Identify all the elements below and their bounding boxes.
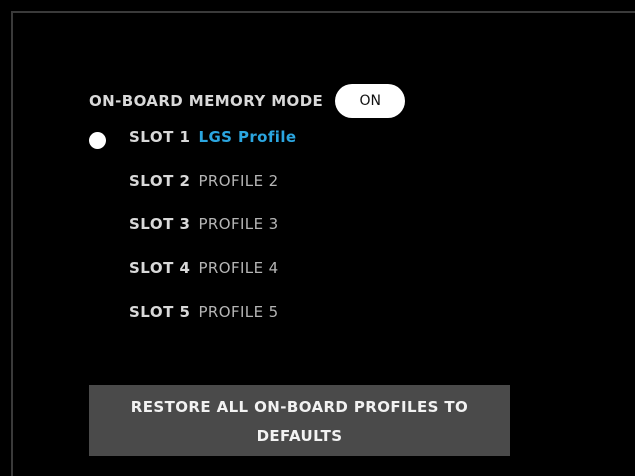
restore-defaults-button[interactable]: RESTORE ALL ON-BOARD PROFILES TO DEFAULT… xyxy=(89,385,510,456)
onboard-memory-mode-label: ON-BOARD MEMORY MODE xyxy=(89,92,324,110)
slot-label: SLOT 2 xyxy=(129,172,191,190)
slot-profile-name: LGS Profile xyxy=(198,128,297,146)
slot-item-2[interactable]: SLOT 2 PROFILE 2 xyxy=(88,162,388,200)
slot-item-3[interactable]: SLOT 3 PROFILE 3 xyxy=(88,205,388,243)
onboard-memory-mode-row: ON-BOARD MEMORY MODE ON xyxy=(89,84,406,118)
slot-profile-name: PROFILE 2 xyxy=(198,172,279,190)
slot-label: SLOT 1 xyxy=(129,128,191,146)
onboard-memory-toggle[interactable]: ON xyxy=(335,84,406,118)
slot-item-1[interactable]: SLOT 1 LGS Profile xyxy=(88,118,388,156)
selected-slot-indicator-icon xyxy=(89,132,106,149)
slot-profile-name: PROFILE 4 xyxy=(198,259,279,277)
slot-label: SLOT 4 xyxy=(129,259,191,277)
slot-label: SLOT 5 xyxy=(129,303,191,321)
slot-profile-name: PROFILE 5 xyxy=(198,303,279,321)
slot-label: SLOT 3 xyxy=(129,215,191,233)
slot-profile-name: PROFILE 3 xyxy=(198,215,279,233)
slot-item-4[interactable]: SLOT 4 PROFILE 4 xyxy=(88,249,388,287)
slot-item-5[interactable]: SLOT 5 PROFILE 5 xyxy=(88,293,388,331)
